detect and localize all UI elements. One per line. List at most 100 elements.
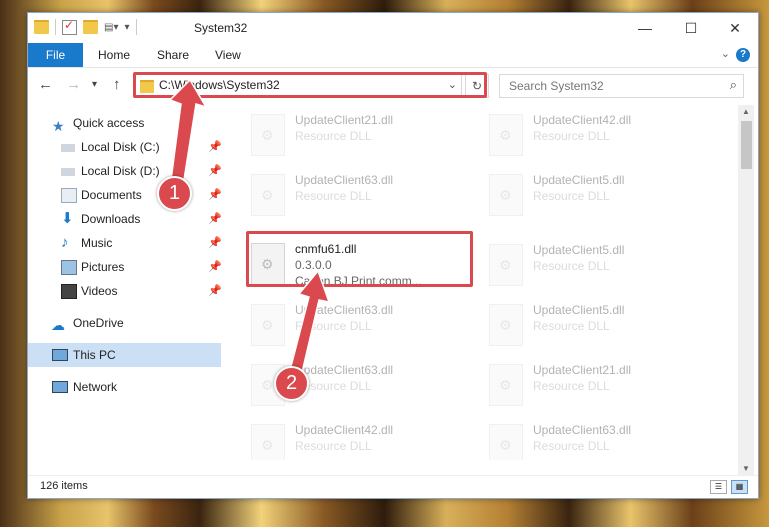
pin-icon: 📌 [208, 261, 222, 273]
dll-file-icon [489, 244, 523, 286]
sidebar-item-label: Local Disk (D:) [81, 164, 160, 178]
sidebar-item-videos[interactable]: Videos 📌 [28, 279, 222, 303]
qat-dropdown-icon[interactable]: ▾ [124, 22, 129, 33]
pin-icon: 📌 [208, 165, 222, 177]
file-description: Resource DLL [295, 439, 372, 453]
pin-icon: 📌 [208, 213, 222, 225]
file-description: Resource DLL [295, 129, 372, 143]
file-tile[interactable]: UpdateClient63.dll Resource DLL [486, 421, 706, 460]
file-name: UpdateClient63.dll [533, 423, 632, 437]
file-list: UpdateClient21.dll Resource DLL UpdateCl… [221, 105, 737, 460]
sidebar-item-local-disk-d[interactable]: Local Disk (D:) 📌 [28, 159, 222, 183]
minimize-button[interactable]: — [622, 13, 668, 43]
customize-qat-icon[interactable]: ▤▾ [104, 22, 118, 33]
sidebar-item-label: Music [81, 236, 113, 250]
details-view-icon[interactable]: ☰ [710, 480, 727, 494]
file-tile[interactable]: UpdateClient63.dll Resource DLL [248, 301, 468, 353]
sidebar-item-label: Documents [81, 188, 142, 202]
file-tile[interactable]: UpdateClient42.dll Resource DLL [248, 421, 468, 460]
sidebar-item-quick-access[interactable]: ★ Quick access [28, 111, 221, 135]
navigation-bar: ← → ▾ ↑ C:\Windows\System32 ⌄ ↻ Search S… [28, 68, 758, 102]
dll-file-icon [251, 304, 285, 346]
dll-file-icon [251, 174, 285, 216]
tab-file[interactable]: File [28, 43, 83, 67]
computer-icon [52, 349, 68, 361]
pin-icon: 📌 [208, 189, 222, 201]
pin-icon: 📌 [208, 141, 222, 153]
new-folder-icon[interactable] [83, 20, 98, 34]
search-input[interactable]: Search System32 ⌕ [499, 74, 744, 98]
file-description: Resource DLL [533, 129, 610, 143]
sidebar-item-label: Quick access [73, 116, 145, 130]
pin-icon: 📌 [208, 285, 222, 297]
forward-button[interactable]: → [66, 76, 81, 93]
recent-locations-button[interactable]: ▾ [92, 79, 97, 90]
maximize-button[interactable]: ☐ [668, 13, 714, 43]
sidebar-item-network[interactable]: Network [28, 375, 221, 399]
file-name: UpdateClient5.dll [533, 243, 625, 257]
drive-icon [61, 144, 75, 152]
sidebar-item-downloads[interactable]: ⬇ Downloads 📌 [28, 207, 222, 231]
scroll-down-icon[interactable]: ▼ [742, 464, 750, 473]
file-name: UpdateClient63.dll [295, 303, 394, 317]
dll-file-icon [489, 304, 523, 346]
dll-file-icon [251, 114, 285, 156]
file-tile[interactable]: UpdateClient63.dll Resource DLL [248, 171, 468, 223]
sidebar-item-onedrive[interactable]: ☁ OneDrive [28, 311, 221, 335]
scroll-up-icon[interactable]: ▲ [742, 107, 750, 116]
sidebar-item-documents[interactable]: Documents 📌 [28, 183, 222, 207]
expand-ribbon-icon[interactable]: ⌄ [721, 47, 730, 60]
dll-file-icon [489, 114, 523, 156]
file-tile[interactable]: UpdateClient5.dll Resource DLL [486, 171, 706, 223]
file-tile[interactable]: UpdateClient21.dll Resource DLL [248, 111, 468, 163]
sidebar-item-this-pc[interactable]: This PC [28, 343, 221, 367]
file-tile[interactable]: UpdateClient5.dll Resource DLL [486, 241, 706, 293]
callout-badge-1: 1 [157, 176, 192, 211]
sidebar-item-local-disk-c[interactable]: Local Disk (C:) 📌 [28, 135, 222, 159]
sidebar-item-pictures[interactable]: Pictures 📌 [28, 255, 222, 279]
file-name: UpdateClient63.dll [295, 363, 394, 377]
file-description: Resource DLL [533, 439, 610, 453]
back-button[interactable]: ← [38, 76, 53, 93]
divider [135, 19, 137, 35]
properties-icon[interactable] [62, 18, 77, 35]
file-tile[interactable]: UpdateClient42.dll Resource DLL [486, 111, 706, 163]
callout-badge-2: 2 [274, 366, 309, 401]
sidebar-item-label: OneDrive [73, 316, 124, 330]
help-icon[interactable]: ? [736, 48, 750, 62]
tab-home[interactable]: Home [98, 43, 130, 67]
drive-icon [61, 168, 75, 176]
explorer-window: ▤▾ ▾ System32 — ☐ ✕ File Home Share View… [27, 12, 759, 499]
file-description: Resource DLL [533, 259, 610, 273]
sidebar-item-label: Downloads [81, 212, 141, 226]
sidebar-item-label: Pictures [81, 260, 125, 274]
status-bar: 126 items ☰ ▦ [28, 475, 758, 499]
vertical-scrollbar[interactable]: ▲ ▼ [738, 105, 754, 475]
divider [55, 19, 56, 35]
tab-share[interactable]: Share [157, 43, 189, 67]
highlight-box-address [133, 72, 487, 98]
dll-file-icon [489, 364, 523, 406]
tiles-view-icon[interactable]: ▦ [731, 480, 748, 494]
sidebar-item-label: Local Disk (C:) [81, 140, 160, 154]
highlight-box-file [246, 231, 473, 287]
ribbon-tabs: File Home Share View ⌄ ? [28, 43, 758, 68]
up-button[interactable]: ↑ [113, 76, 121, 93]
sidebar-item-music[interactable]: ♪ Music 📌 [28, 231, 222, 255]
file-tile[interactable]: UpdateClient21.dll Resource DLL [486, 361, 706, 413]
folder-icon[interactable] [34, 20, 49, 34]
music-icon: ♪ [61, 234, 69, 251]
navigation-pane: ★ Quick access Local Disk (C:) 📌 Local D… [28, 105, 222, 460]
view-buttons: ☰ ▦ [710, 480, 748, 494]
item-count: 126 items [40, 480, 88, 492]
tab-view[interactable]: View [215, 43, 241, 67]
scrollbar-thumb[interactable] [741, 121, 752, 169]
sidebar-item-label: Network [73, 380, 118, 394]
cloud-icon: ☁ [51, 317, 65, 333]
file-name: UpdateClient21.dll [295, 113, 394, 127]
close-button[interactable]: ✕ [712, 13, 758, 43]
file-tile[interactable]: UpdateClient5.dll Resource DLL [486, 301, 706, 353]
file-description: Resource DLL [533, 379, 610, 393]
file-name: UpdateClient42.dll [295, 423, 394, 437]
search-icon[interactable]: ⌕ [730, 77, 737, 93]
